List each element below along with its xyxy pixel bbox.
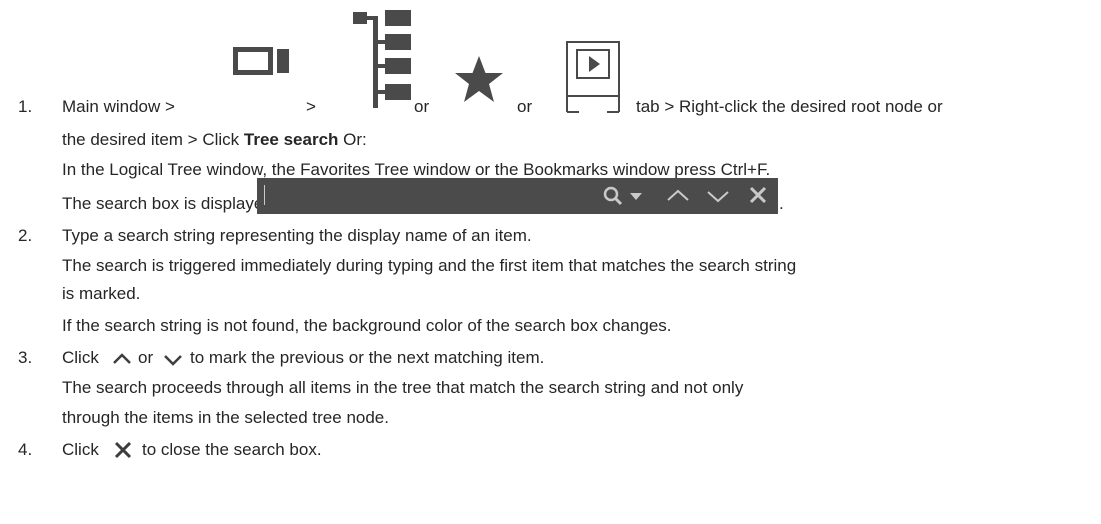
step-number: 1. [18, 97, 33, 116]
or-text: or [517, 97, 533, 116]
main-window-label: Main window > [62, 97, 175, 116]
text: Or: [338, 130, 367, 149]
click-text: Click [62, 348, 99, 367]
close-icon [114, 441, 132, 459]
text: the desired item > Click [62, 130, 244, 149]
step-number: 4. [18, 440, 33, 459]
dropdown-arrow-icon [630, 193, 642, 200]
step-2-line-4: If the search string is not found, the b… [62, 316, 672, 335]
step-4-line-1-rest: to close the search box. [142, 440, 322, 459]
chevron-down-icon [164, 355, 182, 366]
logical-tree-icon [353, 10, 411, 108]
chevron-up-icon [667, 189, 689, 201]
search-box-illustration [257, 178, 778, 214]
camera-view-icon [233, 47, 289, 75]
separator: > [306, 97, 316, 116]
step-1-line-4: The search box is displayed [62, 194, 273, 213]
or-text: or [138, 348, 154, 367]
step-1-line-1-rest: tab > Right-click the desired root node … [636, 97, 943, 116]
click-text: Click [62, 440, 99, 459]
step-number: 3. [18, 348, 33, 367]
or-text: or [414, 97, 430, 116]
close-icon [749, 186, 767, 204]
step-2-line-3: is marked. [62, 284, 141, 303]
step-1-line-2: the desired item > Click Tree search Or: [62, 130, 367, 150]
step-3-line-1-rest: to mark the previous or the next matchin… [190, 348, 545, 367]
step-2-line-1: Type a search string representing the di… [62, 226, 532, 245]
tree-search-term: Tree search [243, 130, 339, 149]
chevron-down-icon [707, 191, 729, 203]
chevron-up-icon [113, 353, 131, 364]
text-caret [264, 185, 265, 205]
bookmarks-play-icon [566, 41, 620, 113]
favorites-star-icon [455, 56, 503, 102]
step-1-line-3: In the Logical Tree window, the Favorite… [62, 160, 771, 179]
step-3-line-3: through the items in the selected tree n… [62, 408, 389, 427]
step-2-line-2: The search is triggered immediately duri… [62, 256, 797, 275]
step-3-line-2: The search proceeds through all items in… [62, 378, 744, 397]
step-number: 2. [18, 226, 33, 245]
period: . [779, 194, 784, 213]
